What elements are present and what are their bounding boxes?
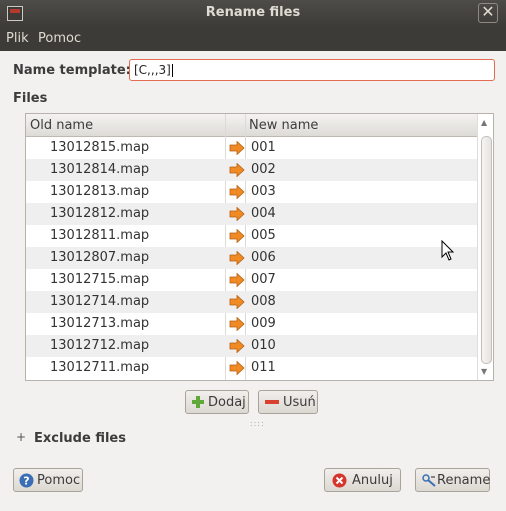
old-name-cell: 13012815.map <box>50 140 150 155</box>
add-button-label: Dodaj <box>208 395 246 410</box>
old-name-cell: 13012813.map <box>50 184 150 199</box>
arrow-right-icon <box>229 251 245 265</box>
scroll-down-icon[interactable]: ▼ <box>481 367 487 376</box>
table-row[interactable]: 13012715.map 007 <box>26 269 477 291</box>
cancel-icon <box>332 473 347 488</box>
mouse-pointer-icon <box>441 240 455 261</box>
table-row[interactable]: 13012812.map 004 <box>26 203 477 225</box>
new-name-cell: 004 <box>251 206 276 221</box>
name-template-input[interactable]: [C,,,3] <box>129 59 495 81</box>
table-row[interactable]: 13012714.map 008 <box>26 291 477 313</box>
arrow-right-icon <box>229 229 245 243</box>
new-name-cell: 010 <box>251 338 276 353</box>
table-row[interactable]: 13012811.map 005 <box>26 225 477 247</box>
help-button-label: Pomoc <box>37 473 81 488</box>
old-name-cell: 13012712.map <box>50 338 150 353</box>
table-row[interactable]: 13012814.map 002 <box>26 159 477 181</box>
rename-button-label: Rename <box>437 473 491 488</box>
new-name-cell: 007 <box>251 272 276 287</box>
column-header-new-name[interactable]: New name <box>249 118 318 133</box>
new-name-cell: 008 <box>251 294 276 309</box>
help-icon: ? <box>19 473 34 488</box>
new-name-cell: 011 <box>251 360 276 375</box>
minus-icon <box>265 400 279 404</box>
scrollbar-thumb[interactable] <box>481 136 492 364</box>
table-row[interactable]: 13012815.map 001 <box>26 137 477 159</box>
arrow-right-icon <box>229 185 245 199</box>
table-row[interactable]: 13012813.map 003 <box>26 181 477 203</box>
window-title: Rename files <box>205 5 301 20</box>
table-row[interactable]: 13012713.map 009 <box>26 313 477 335</box>
files-label: Files <box>13 91 48 106</box>
table-rows: 13012815.map 001 13012814.map 002 13012813.m… <box>26 137 477 379</box>
title-bar: Rename files ✕ <box>0 0 506 27</box>
cancel-button[interactable]: Anuluj <box>324 468 401 492</box>
text-caret <box>171 64 173 77</box>
old-name-cell: 13012812.map <box>50 206 150 221</box>
new-name-cell: 009 <box>251 316 276 331</box>
rename-icon <box>422 474 436 487</box>
old-name-cell: 13012715.map <box>50 272 150 287</box>
arrow-right-icon <box>229 317 245 331</box>
close-icon: ✕ <box>481 2 495 21</box>
scroll-up-icon[interactable]: ▲ <box>481 118 487 127</box>
new-name-cell: 003 <box>251 184 276 199</box>
table-row[interactable]: 13012712.map 010 <box>26 335 477 357</box>
vertical-scrollbar[interactable]: ▲ ▼ <box>477 114 493 380</box>
exclude-files-label[interactable]: Exclude files <box>34 431 126 446</box>
pane-resize-handle[interactable]: :::: <box>250 419 265 428</box>
arrow-right-icon <box>229 339 245 353</box>
menu-pomoc[interactable]: Pomoc <box>38 31 81 46</box>
new-name-cell: 001 <box>251 140 276 155</box>
rename-button[interactable]: Rename <box>415 468 490 492</box>
old-name-cell: 13012711.map <box>50 360 150 375</box>
menu-bar: Plik Pomoc <box>0 27 506 51</box>
cancel-button-label: Anuluj <box>352 473 393 488</box>
table-row[interactable]: 13012711.map 011 <box>26 357 477 379</box>
old-name-cell: 13012814.map <box>50 162 150 177</box>
new-name-cell: 005 <box>251 228 276 243</box>
help-button[interactable]: ? Pomoc <box>13 468 83 492</box>
table-header: Old name New name <box>26 114 477 137</box>
plus-icon <box>192 396 204 408</box>
new-name-cell: 002 <box>251 162 276 177</box>
expander-plus-icon[interactable]: + <box>15 431 27 443</box>
column-header-old-name[interactable]: Old name <box>30 118 93 133</box>
old-name-cell: 13012807.map <box>50 250 150 265</box>
files-table[interactable]: Old name New name 13012815.map 001 1301281… <box>25 113 494 381</box>
arrow-right-icon <box>229 141 245 155</box>
close-button[interactable]: ✕ <box>478 3 498 23</box>
svg-text:?: ? <box>23 475 29 488</box>
arrow-right-icon <box>229 273 245 287</box>
remove-button-label: Usuń <box>283 395 316 410</box>
name-template-value: [C,,,3] <box>134 63 171 77</box>
arrow-right-icon <box>229 361 245 375</box>
remove-button[interactable]: Usuń <box>258 390 318 414</box>
old-name-cell: 13012713.map <box>50 316 150 331</box>
arrow-right-icon <box>229 163 245 177</box>
old-name-cell: 13012811.map <box>50 228 150 243</box>
menu-plik[interactable]: Plik <box>6 31 29 46</box>
name-template-label: Name template: <box>13 63 131 78</box>
add-button[interactable]: Dodaj <box>185 390 249 414</box>
old-name-cell: 13012714.map <box>50 294 150 309</box>
arrow-right-icon <box>229 207 245 221</box>
table-row[interactable]: 13012807.map 006 <box>26 247 477 269</box>
new-name-cell: 006 <box>251 250 276 265</box>
arrow-right-icon <box>229 295 245 309</box>
